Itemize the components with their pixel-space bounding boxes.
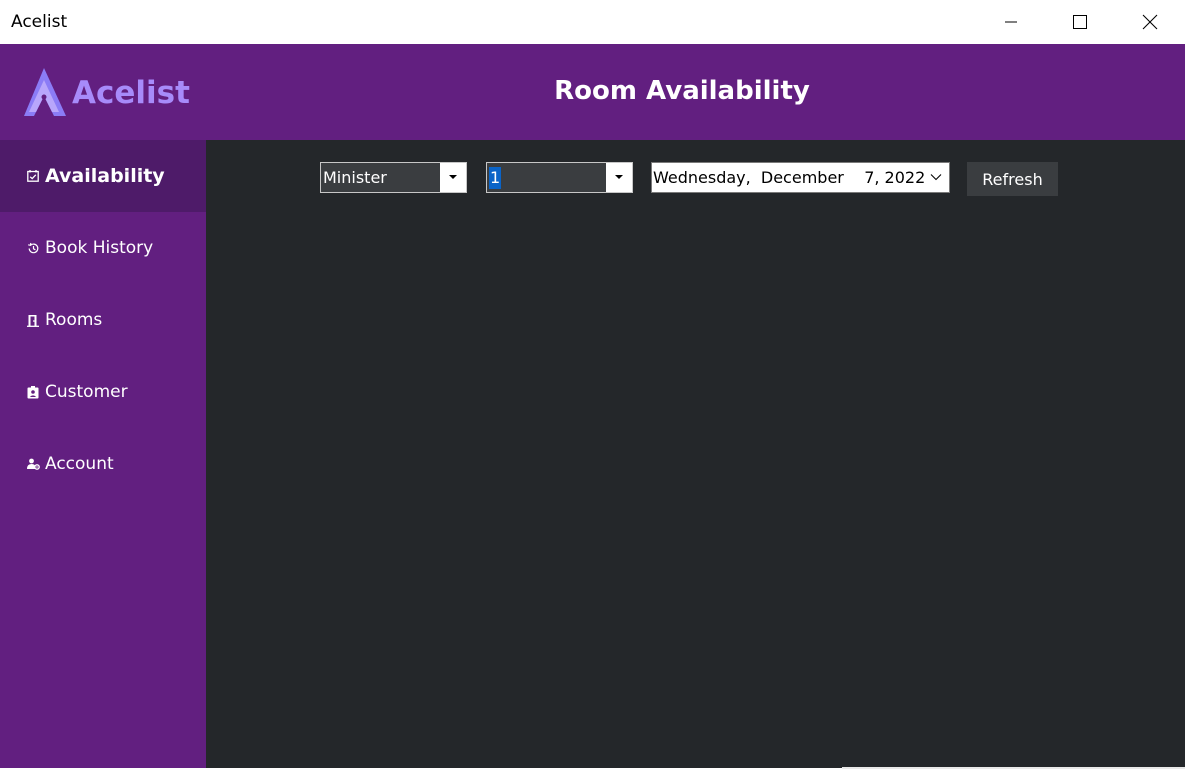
room-type-combobox[interactable]: Minister — [320, 162, 467, 193]
sidebar-item-label: Account — [45, 454, 114, 474]
caret-down-icon — [615, 175, 623, 179]
date-value: Wednesday, December 7, 2022 — [653, 168, 926, 187]
window-title: Acelist — [11, 12, 68, 32]
close-icon — [1142, 14, 1158, 30]
user-settings-icon — [26, 457, 40, 471]
minimize-button[interactable] — [988, 0, 1034, 44]
page-title: Room Availability — [554, 76, 810, 106]
app-header: Acelist Room Availability — [0, 44, 1185, 140]
door-icon — [26, 313, 40, 327]
id-badge-icon — [26, 385, 40, 399]
history-icon — [26, 241, 40, 255]
window-titlebar: Acelist — [0, 0, 1185, 44]
floor-combobox[interactable]: 1 — [486, 162, 633, 193]
sidebar-item-customer[interactable]: Customer — [0, 356, 206, 428]
date-picker[interactable]: Wednesday, December 7, 2022 — [651, 162, 950, 193]
sidebar-item-label: Customer — [45, 382, 128, 402]
sidebar-item-account[interactable]: Account — [0, 428, 206, 500]
minimize-icon — [1005, 21, 1017, 23]
sidebar-item-label: Rooms — [45, 310, 103, 330]
floor-input[interactable]: 1 — [487, 163, 606, 192]
caret-down-icon — [449, 175, 457, 179]
horizontal-scroll-indicator[interactable] — [842, 767, 1185, 769]
dropdown-button[interactable] — [606, 163, 632, 192]
sidebar-item-availability[interactable]: Availability — [0, 140, 206, 212]
logo-text: Acelist — [72, 75, 190, 111]
dropdown-button[interactable] — [440, 163, 466, 192]
main-content: Minister 1 Wednesday, December 7, 2022 R… — [206, 140, 1185, 768]
floor-selected-text: 1 — [489, 166, 502, 189]
close-button[interactable] — [1127, 0, 1173, 44]
maximize-button[interactable] — [1057, 0, 1103, 44]
sidebar-item-label: Availability — [45, 165, 165, 187]
sidebar-item-rooms[interactable]: Rooms — [0, 284, 206, 356]
refresh-button[interactable]: Refresh — [967, 162, 1058, 196]
sidebar-item-book-history[interactable]: Book History — [0, 212, 206, 284]
room-type-value[interactable]: Minister — [321, 163, 440, 192]
maximize-icon — [1073, 15, 1087, 29]
chevron-down-icon[interactable] — [929, 170, 943, 184]
sidebar: Availability Book History Rooms Customer… — [0, 140, 206, 768]
sidebar-item-label: Book History — [45, 238, 154, 258]
calendar-check-icon — [26, 169, 40, 183]
